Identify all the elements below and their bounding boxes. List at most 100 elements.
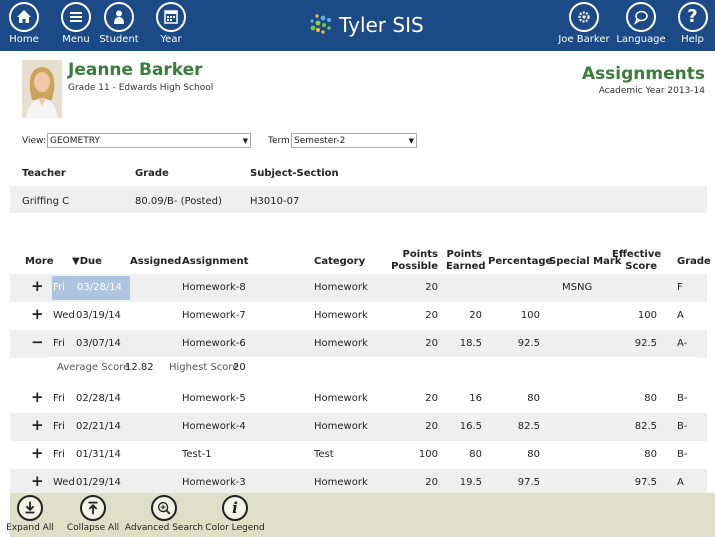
assignment-name: Homework-8 — [182, 282, 246, 293]
due-day: Fri — [53, 449, 65, 460]
col-points-earned-line2: Earned — [446, 261, 486, 272]
table-row[interactable]: + Fri 02/21/14 Homework-4 Homework 20 16.5 82.5… — [10, 413, 707, 441]
due-day: Fri — [53, 282, 65, 293]
course-info-row — [10, 186, 707, 213]
view-select[interactable]: GEOMETRY ▼ — [47, 133, 251, 148]
color-legend-button[interactable]: i Color Legend — [204, 495, 266, 533]
grade: B- — [677, 449, 688, 460]
collapse-all-button[interactable]: Collapse All — [60, 495, 126, 533]
highest-score-label: Highest Score — [169, 362, 239, 373]
table-row[interactable]: − Fri 03/07/14 Homework-6 Homework 20 18.5 92.5… — [10, 330, 707, 358]
table-row[interactable]: + Fri 01/31/14 Test-1 Test 100 80 80 80 B- — [10, 441, 707, 469]
section-value: H3010-07 — [250, 196, 300, 207]
table-row[interactable]: + Wed 03/19/14 Homework-7 Homework 20 20 100 100… — [10, 302, 707, 330]
advanced-search-button[interactable]: Advanced Search — [122, 495, 206, 533]
language-button[interactable]: Language — [614, 2, 668, 45]
expand-row-toggle[interactable]: + — [31, 307, 44, 322]
student-label: Student — [99, 34, 139, 45]
teacher-value: Griffing C — [22, 196, 70, 207]
gear-icon — [569, 2, 599, 32]
expand-row-toggle[interactable]: + — [31, 474, 44, 489]
col-assigned: Assigned — [130, 256, 182, 267]
table-row[interactable]: + Fri 03/28/14 Homework-8 Homework 20 MSNG F — [10, 274, 707, 302]
col-assignment: Assignment — [182, 256, 249, 267]
col-effective-line1: Effective — [612, 249, 662, 260]
category: Homework — [314, 338, 368, 349]
term-label: Term — [268, 136, 290, 146]
expand-all-button[interactable]: Expand All — [2, 495, 58, 533]
due-date: 03/28/14 — [77, 282, 122, 293]
calendar-icon — [156, 2, 186, 32]
points-earned: 19.5 — [459, 477, 482, 488]
help-button[interactable]: ? Help — [670, 2, 715, 45]
points-possible: 20 — [425, 310, 438, 321]
category: Homework — [314, 393, 368, 404]
expand-row-toggle[interactable]: + — [31, 279, 44, 294]
col-points-possible: Points Possible — [376, 249, 438, 273]
due-day: Wed — [53, 477, 75, 488]
grade-value: 80.09/B- (Posted) — [135, 196, 222, 207]
effective-score: 82.5 — [634, 421, 657, 432]
col-points-possible-line1: Points — [402, 249, 438, 260]
menu-label: Menu — [62, 34, 90, 45]
home-button[interactable]: Home — [0, 2, 48, 45]
expand-row-toggle[interactable]: + — [31, 446, 44, 461]
help-label: Help — [681, 34, 704, 45]
percentage: 80 — [527, 393, 540, 404]
category: Homework — [314, 310, 368, 321]
effective-score: 100 — [637, 310, 657, 321]
points-earned: 16.5 — [459, 421, 482, 432]
magnifier-icon — [151, 495, 177, 521]
term-select[interactable]: Semester-2 ▼ — [291, 133, 417, 148]
category: Homework — [314, 421, 368, 432]
year-label: Year — [160, 34, 182, 45]
table-row[interactable]: + Fri 02/28/14 Homework-5 Homework 20 16 80 80 B- — [10, 385, 707, 413]
due-date: 01/29/14 — [76, 477, 121, 488]
expand-row-toggle[interactable]: + — [31, 390, 44, 405]
points-earned: 16 — [469, 393, 482, 404]
col-percentage: Percentage — [488, 256, 553, 267]
brand-name: Tyler SIS — [339, 13, 424, 37]
points-possible: 20 — [425, 477, 438, 488]
points-possible: 100 — [418, 449, 438, 460]
points-earned: 18.5 — [459, 338, 482, 349]
expand-all-icon — [17, 495, 43, 521]
points-possible: 20 — [425, 282, 438, 293]
col-due-sort[interactable]: ▼Due — [72, 256, 102, 268]
expand-row-toggle[interactable]: + — [31, 418, 44, 433]
collapse-row-toggle[interactable]: − — [31, 335, 44, 350]
due-date: 03/19/14 — [76, 310, 121, 321]
menu-button[interactable]: Menu — [52, 2, 100, 45]
category: Homework — [314, 282, 368, 293]
special-mark: MSNG — [562, 282, 593, 293]
bottom-toolbar: Expand All Collapse All Advanced Search … — [6, 493, 715, 537]
teacher-header: Teacher — [22, 168, 66, 179]
effective-score: 80 — [644, 449, 657, 460]
speech-bubble-icon — [626, 2, 656, 32]
chevron-down-icon: ▼ — [408, 136, 414, 145]
category: Homework — [314, 477, 368, 488]
assignment-name: Homework-5 — [182, 393, 246, 404]
student-icon — [104, 2, 134, 32]
info-icon: i — [222, 495, 248, 521]
assignment-name: Homework-4 — [182, 421, 246, 432]
year-button[interactable]: Year — [147, 2, 195, 45]
collapse-all-label: Collapse All — [66, 523, 120, 533]
due-day: Fri — [53, 421, 65, 432]
student-button[interactable]: Student — [95, 2, 143, 45]
language-label: Language — [616, 34, 666, 45]
grade-header: Grade — [135, 168, 169, 179]
category: Test — [314, 449, 334, 460]
due-date: 02/28/14 — [76, 393, 121, 404]
due-date: 01/31/14 — [76, 449, 121, 460]
due-day: Fri — [53, 393, 65, 404]
percentage: 80 — [527, 449, 540, 460]
color-legend-label: Color Legend — [205, 523, 265, 533]
view-label: View: — [22, 136, 46, 146]
col-category: Category — [314, 256, 366, 267]
brand-logo: Tyler SIS — [305, 10, 424, 40]
grade: F — [677, 282, 683, 293]
due-day: Fri — [53, 338, 65, 349]
col-special-mark: Special Mark — [549, 256, 622, 267]
user-button[interactable]: Joe Barker — [556, 2, 612, 45]
